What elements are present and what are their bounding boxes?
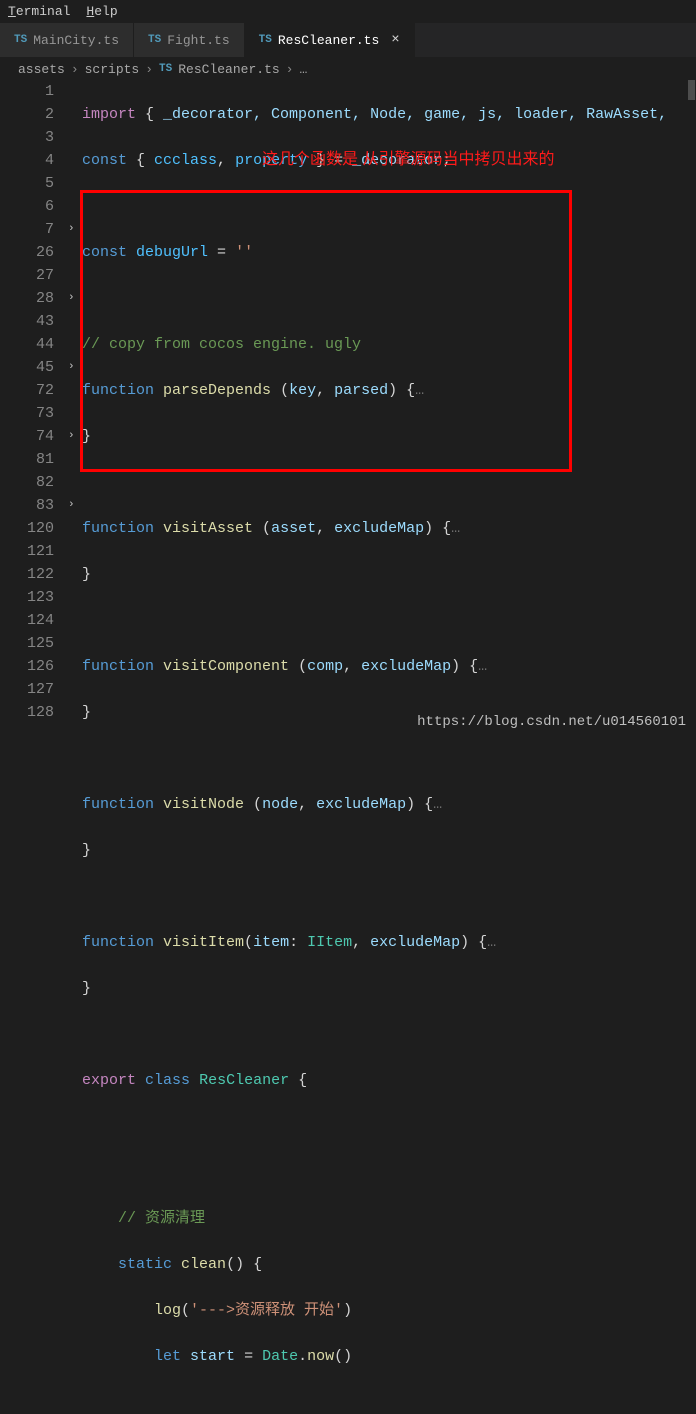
tab-label: Fight.ts [167, 33, 229, 48]
tab-rescleaner[interactable]: TS ResCleaner.ts × [245, 23, 415, 57]
tab-label: MainCity.ts [33, 33, 119, 48]
ts-icon: TS [159, 63, 172, 75]
code-editor[interactable]: 1 2 3 4 5 6 7 26 27 28 43 44 45 72 73 74… [0, 80, 696, 1414]
tab-maincity[interactable]: TS MainCity.ts [0, 23, 134, 57]
fold-marker[interactable]: › [68, 287, 82, 310]
tab-fight[interactable]: TS Fight.ts [134, 23, 245, 57]
menu-terminal[interactable]: Terminal [8, 4, 70, 19]
ts-icon: TS [259, 34, 272, 46]
line-number-gutter: 1 2 3 4 5 6 7 26 27 28 43 44 45 72 73 74… [0, 80, 68, 1414]
fold-gutter: › › › › › [68, 80, 82, 1414]
fold-marker[interactable]: › [68, 494, 82, 517]
annotation-text: 这几个函数是 从引擎源码当中拷贝出来的 [262, 148, 554, 171]
fold-marker[interactable]: › [68, 218, 82, 241]
code-area[interactable]: import { _decorator, Component, Node, ga… [82, 80, 696, 1414]
breadcrumb-part[interactable]: … [299, 62, 307, 77]
watermark: https://blog.csdn.net/u014560101 [417, 714, 686, 730]
chevron-right-icon: › [71, 62, 79, 77]
menubar: Terminal Help [0, 0, 696, 23]
fold-marker[interactable]: › [68, 356, 82, 379]
ts-icon: TS [14, 34, 27, 46]
menu-help[interactable]: Help [86, 4, 117, 19]
breadcrumb[interactable]: assets › scripts › TS ResCleaner.ts › … [0, 58, 696, 80]
chevron-right-icon: › [145, 62, 153, 77]
tab-label: ResCleaner.ts [278, 33, 379, 48]
breadcrumb-part[interactable]: ResCleaner.ts [178, 62, 279, 77]
chevron-right-icon: › [286, 62, 294, 77]
scrollbar-thumb[interactable] [688, 80, 695, 100]
tabbar: TS MainCity.ts TS Fight.ts TS ResCleaner… [0, 23, 696, 58]
vertical-scrollbar[interactable] [687, 80, 696, 1414]
ts-icon: TS [148, 34, 161, 46]
close-icon[interactable]: × [391, 32, 399, 48]
fold-marker[interactable]: › [68, 425, 82, 448]
breadcrumb-part[interactable]: assets [18, 62, 65, 77]
breadcrumb-part[interactable]: scripts [85, 62, 140, 77]
